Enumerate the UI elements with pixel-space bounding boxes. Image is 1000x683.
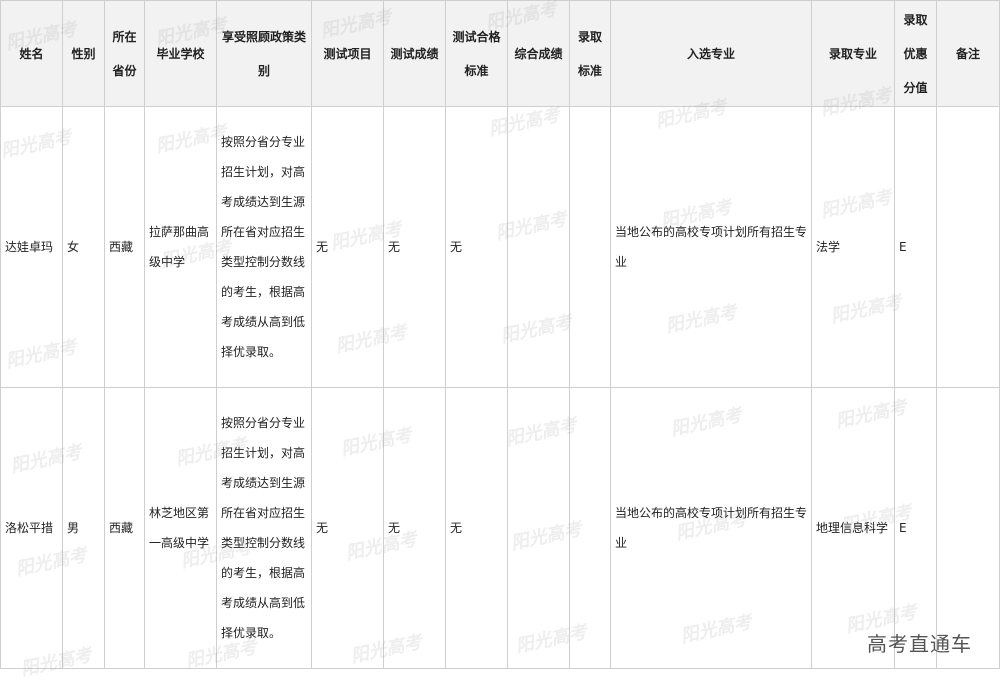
header-admitted-major: 录取专业 bbox=[811, 0, 895, 107]
cell-policy: 按照分省分专业招生计划，对高考成绩达到生源所在省对应招生类型控制分数线的考生，根… bbox=[216, 106, 312, 388]
cell-selected-major: 当地公布的高校专项计划所有招生专业 bbox=[610, 387, 812, 669]
header-bonus: 录取优惠分值 bbox=[894, 0, 937, 107]
header-test-item: 测试项目 bbox=[311, 0, 384, 107]
cell-admit-standard bbox=[569, 106, 611, 388]
header-overall-score: 综合成绩 bbox=[507, 0, 570, 107]
cell-school: 拉萨那曲高级中学 bbox=[144, 106, 217, 388]
header-gender: 性别 bbox=[62, 0, 105, 107]
cell-test-score: 无 bbox=[383, 106, 446, 388]
header-province: 所在省份 bbox=[104, 0, 145, 107]
cell-bonus: E bbox=[894, 387, 937, 669]
table-row: 达娃卓玛 女 西藏 拉萨那曲高级中学 按照分省分专业招生计划，对高考成绩达到生源… bbox=[0, 106, 1000, 388]
cell-admit-standard bbox=[569, 387, 611, 669]
header-name: 姓名 bbox=[0, 0, 63, 107]
header-selected-major: 入选专业 bbox=[610, 0, 812, 107]
header-row: 姓名 性别 所在省份 毕业学校 享受照顾政策类别 测试项目 测试成绩 测试合格标… bbox=[0, 0, 1000, 107]
cell-admitted-major: 地理信息科学 bbox=[811, 387, 895, 669]
header-admit-standard: 录取标准 bbox=[569, 0, 611, 107]
header-school: 毕业学校 bbox=[144, 0, 217, 107]
table-row: 洛松平措 男 西藏 林芝地区第一高级中学 按照分省分专业招生计划，对高考成绩达到… bbox=[0, 387, 1000, 669]
cell-bonus: E bbox=[894, 106, 937, 388]
cell-overall-score bbox=[507, 106, 570, 388]
cell-remark bbox=[936, 387, 1000, 669]
brand-logo-text: 高考直通车 bbox=[867, 632, 972, 656]
cell-test-score: 无 bbox=[383, 387, 446, 669]
cell-overall-score bbox=[507, 387, 570, 669]
header-test-standard: 测试合格标准 bbox=[445, 0, 508, 107]
cell-gender: 女 bbox=[62, 106, 105, 388]
header-test-score: 测试成绩 bbox=[383, 0, 446, 107]
cell-name: 洛松平措 bbox=[0, 387, 63, 669]
cell-school: 林芝地区第一高级中学 bbox=[144, 387, 217, 669]
cell-province: 西藏 bbox=[104, 106, 145, 388]
cell-test-standard: 无 bbox=[445, 387, 508, 669]
cell-test-item: 无 bbox=[311, 106, 384, 388]
cell-test-standard: 无 bbox=[445, 106, 508, 388]
header-policy: 享受照顾政策类别 bbox=[216, 0, 312, 107]
cell-admitted-major: 法学 bbox=[811, 106, 895, 388]
cell-selected-major: 当地公布的高校专项计划所有招生专业 bbox=[610, 106, 812, 388]
cell-province: 西藏 bbox=[104, 387, 145, 669]
admission-table: 姓名 性别 所在省份 毕业学校 享受照顾政策类别 测试项目 测试成绩 测试合格标… bbox=[0, 0, 1000, 669]
cell-name: 达娃卓玛 bbox=[0, 106, 63, 388]
cell-policy: 按照分省分专业招生计划，对高考成绩达到生源所在省对应招生类型控制分数线的考生，根… bbox=[216, 387, 312, 669]
cell-test-item: 无 bbox=[311, 387, 384, 669]
cell-remark bbox=[936, 106, 1000, 388]
cell-gender: 男 bbox=[62, 387, 105, 669]
header-remark: 备注 bbox=[936, 0, 1000, 107]
